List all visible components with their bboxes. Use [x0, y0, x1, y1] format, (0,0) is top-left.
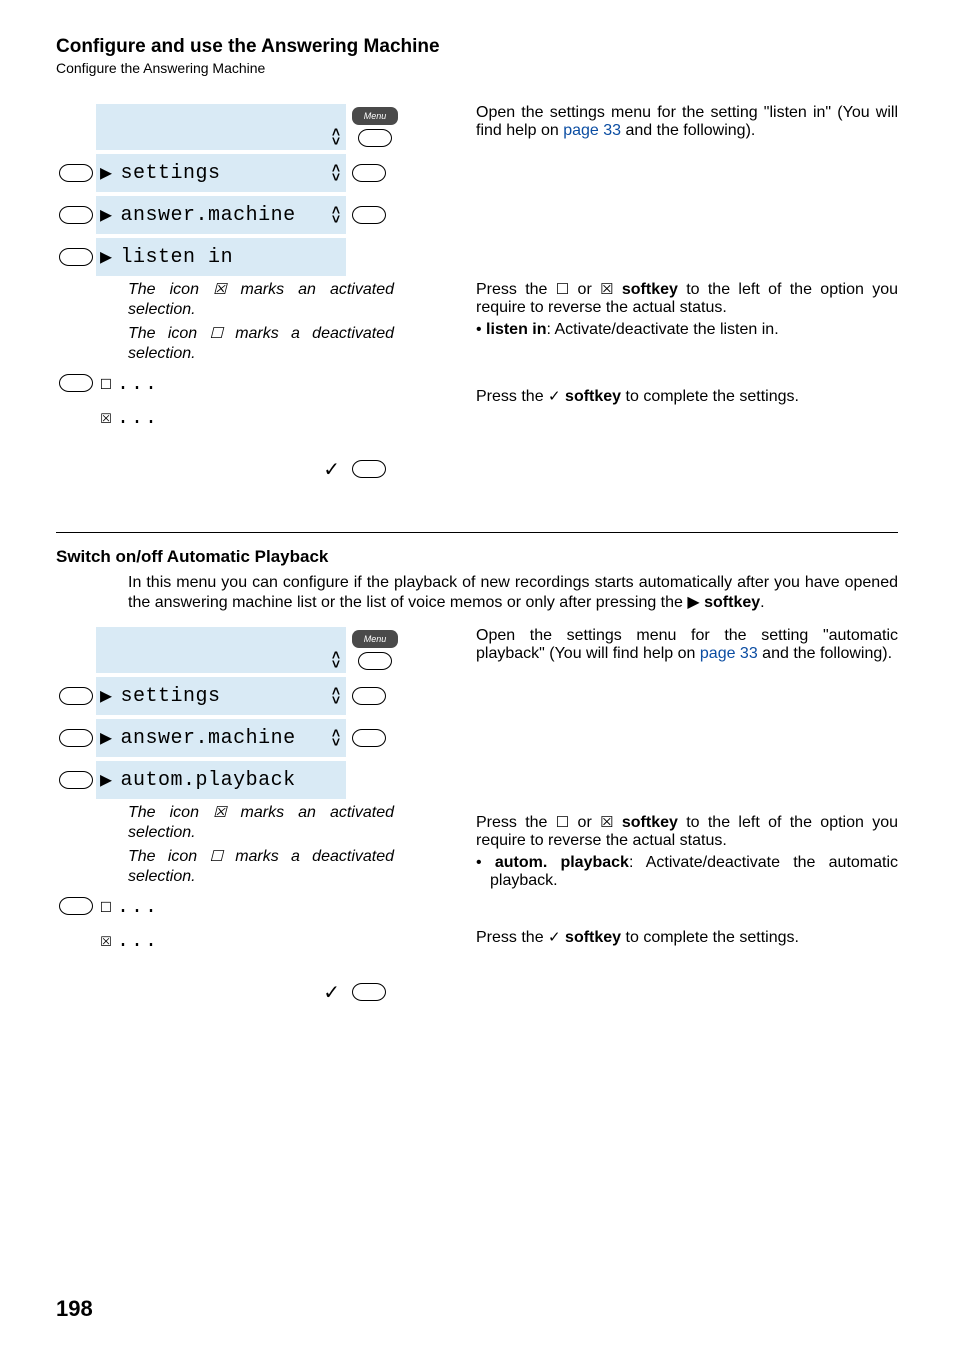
softkey-oval	[358, 129, 392, 147]
checkmark-icon: ✓	[548, 929, 561, 946]
triangle-right-icon: ▶	[687, 594, 699, 611]
updown-icon: ˄˅	[332, 687, 340, 705]
lcd-shade: ▶ settings ˄˅	[96, 677, 346, 715]
lcd-text: answer.machine	[121, 204, 324, 227]
softkey-oval	[352, 460, 386, 478]
page-title: Configure and use the Answering Machine	[56, 36, 898, 58]
unchecked-box-icon: ☐	[100, 896, 113, 919]
softkey-oval	[59, 248, 93, 266]
softkey-oval	[59, 687, 93, 705]
section-divider	[56, 532, 898, 533]
page-number: 198	[56, 1296, 93, 1322]
softkey-oval	[59, 206, 93, 224]
unchecked-box-icon: ☐	[209, 848, 222, 865]
updown-icon: ˄˅	[332, 206, 340, 224]
page-link[interactable]: page 33	[700, 645, 758, 662]
unchecked-box-icon: ☐	[209, 325, 222, 342]
unchecked-box-icon: ☐	[556, 814, 569, 831]
checked-box-icon: ☒	[213, 804, 226, 821]
lcd-text: listen in	[121, 246, 234, 269]
checkmark-icon: ✓	[548, 388, 561, 405]
softkey-oval	[352, 983, 386, 1001]
lcd-shade: ▶ autom.playback	[96, 761, 346, 799]
updown-icon: ˄˅	[332, 729, 340, 747]
softkey-oval	[352, 206, 386, 224]
triangle-right-icon: ▶	[100, 725, 113, 751]
note-activated: The icon ☒ marks an activated selection.	[56, 280, 456, 320]
section-heading: Switch on/off Automatic Playback	[56, 547, 898, 567]
instruction-confirm: Press the ✓ softkey to complete the sett…	[476, 928, 898, 947]
softkey-oval	[352, 729, 386, 747]
lcd-shade: ▶ listen in	[96, 238, 346, 276]
instruction-open-menu: Open the settings menu for the setting "…	[476, 104, 898, 140]
triangle-right-icon: ▶	[100, 244, 113, 270]
instruction-open-menu: Open the settings menu for the setting "…	[476, 627, 898, 663]
updown-icon: ˄˅	[332, 128, 340, 146]
checked-box-icon: ☒	[213, 281, 226, 298]
menu-badge: Menu	[352, 107, 398, 125]
lcd-shade: ▶ answer.machine ˄˅	[96, 719, 346, 757]
instruction-press-softkey: Press the ☐ or ☒ softkey to the left of …	[476, 280, 898, 317]
lcd-text: answer.machine	[121, 727, 324, 750]
softkey-oval	[352, 687, 386, 705]
triangle-right-icon: ▶	[100, 683, 113, 709]
lcd-text: settings	[121, 685, 324, 708]
checked-box-icon: ☒	[600, 814, 613, 831]
unchecked-box-icon: ☐	[100, 373, 113, 396]
lcd-text: autom.playback	[121, 769, 296, 792]
section-autom-playback: ˄˅ Menu ▶ settings ˄˅ ▶	[56, 627, 898, 1015]
triangle-right-icon: ▶	[100, 767, 113, 793]
lcd-text: settings	[121, 162, 324, 185]
instruction-press-softkey: Press the ☐ or ☒ softkey to the left of …	[476, 813, 898, 850]
lcd-shade: ▶ settings ˄˅	[96, 154, 346, 192]
unchecked-box-icon: ☐	[556, 281, 569, 298]
option-dots: ...	[117, 896, 159, 919]
checkmark-icon: ✓	[323, 980, 340, 1005]
option-dots: ...	[117, 407, 159, 430]
lcd-shade: ˄˅	[96, 627, 346, 673]
checkmark-icon: ✓	[323, 457, 340, 482]
page-link[interactable]: page 33	[563, 122, 621, 139]
instruction-confirm: Press the ✓ softkey to complete the sett…	[476, 387, 898, 406]
page-subtitle: Configure the Answering Machine	[56, 60, 898, 76]
softkey-oval	[352, 164, 386, 182]
section-intro: In this menu you can configure if the pl…	[56, 573, 898, 613]
note-deactivated: The icon ☐ marks a deactivated selection…	[56, 847, 456, 887]
checked-box-icon: ☒	[600, 281, 613, 298]
triangle-right-icon: ▶	[100, 202, 113, 228]
updown-icon: ˄˅	[332, 164, 340, 182]
lcd-shade: ˄˅	[96, 104, 346, 150]
triangle-right-icon: ▶	[100, 160, 113, 186]
softkey-oval	[59, 771, 93, 789]
checked-box-icon: ☒	[100, 407, 113, 430]
checked-box-icon: ☒	[100, 930, 113, 953]
softkey-oval	[59, 729, 93, 747]
note-activated: The icon ☒ marks an activated selection.	[56, 803, 456, 843]
softkey-oval	[358, 652, 392, 670]
softkey-oval	[59, 164, 93, 182]
option-dots: ...	[117, 930, 159, 953]
bullet-list: autom. playback: Activate/deactivate the…	[476, 854, 898, 890]
lcd-shade: ▶ answer.machine ˄˅	[96, 196, 346, 234]
menu-badge: Menu	[352, 630, 398, 648]
note-deactivated: The icon ☐ marks a deactivated selection…	[56, 324, 456, 364]
softkey-oval	[59, 374, 93, 392]
softkey-oval	[59, 897, 93, 915]
option-dots: ...	[117, 373, 159, 396]
section-listen-in: ˄˅ Menu ▶ settings ˄˅	[56, 104, 898, 492]
bullet-list: listen in: Activate/deactivate the liste…	[476, 321, 898, 339]
updown-icon: ˄˅	[332, 651, 340, 669]
